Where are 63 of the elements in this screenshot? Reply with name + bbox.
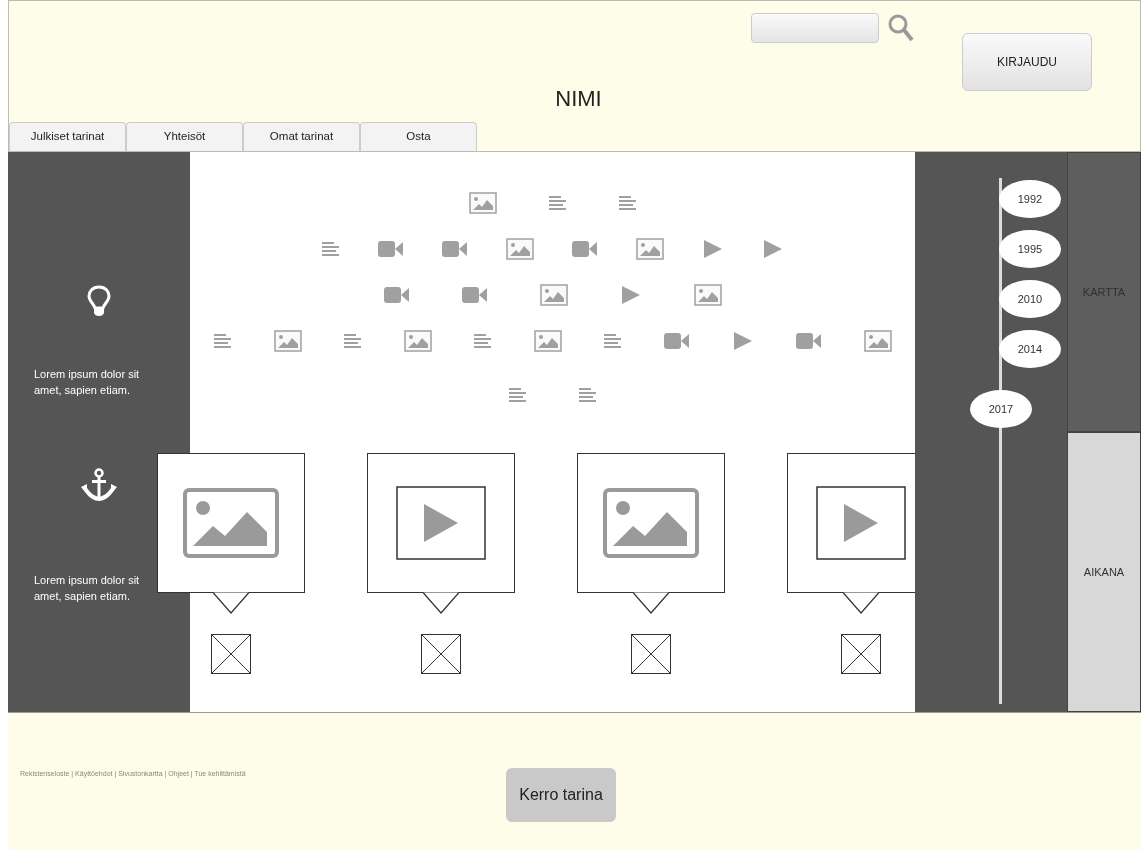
image-icon [533, 330, 562, 352]
video-camera-icon [441, 240, 468, 258]
image-icon [468, 192, 497, 214]
image-placeholder-icon [841, 634, 881, 674]
video-camera-icon [571, 240, 598, 258]
video-camera-icon [461, 286, 488, 304]
search-icon[interactable] [887, 13, 915, 43]
text-lines-icon [321, 241, 340, 257]
text-lines-icon [473, 333, 492, 349]
image-placeholder-icon [631, 634, 671, 674]
nav-tab[interactable]: Osta [360, 122, 477, 151]
image-icon [273, 330, 302, 352]
year-marker[interactable]: 2014 [999, 330, 1061, 368]
play-icon [761, 238, 784, 260]
image-icon [863, 330, 892, 352]
speech-pointer-icon [213, 592, 249, 614]
year-marker[interactable]: 1995 [999, 230, 1061, 268]
speech-pointer-icon [633, 592, 669, 614]
year-marker[interactable]: 1992 [999, 180, 1061, 218]
nav-tab[interactable]: Julkiset tarinat [9, 122, 126, 151]
text-lines-icon [508, 387, 527, 403]
image-icon [403, 330, 432, 352]
video-player-icon [396, 486, 486, 560]
tell-story-button[interactable]: Kerro tarina [506, 767, 616, 822]
play-icon [619, 284, 642, 306]
media-card[interactable] [577, 453, 725, 593]
image-placeholder-icon [211, 634, 251, 674]
text-lines-icon [618, 195, 637, 211]
sidebar-text: Lorem ipsum dolor sit amet, sapien etiam. [34, 573, 141, 604]
text-lines-icon [343, 333, 362, 349]
image-icon [505, 238, 534, 260]
play-icon [701, 238, 724, 260]
nav-tab[interactable]: Omat tarinat [243, 122, 360, 151]
lightbulb-icon [86, 284, 112, 318]
image-icon [539, 284, 568, 306]
text-lines-icon [603, 333, 622, 349]
text-lines-icon [578, 387, 597, 403]
image-placeholder-icon [421, 634, 461, 674]
text-lines-icon [548, 195, 567, 211]
nav-tab[interactable]: Yhteisöt [126, 122, 243, 151]
anchor-icon [79, 468, 119, 502]
media-card[interactable] [367, 453, 515, 593]
video-player-icon [816, 486, 906, 560]
video-camera-icon [377, 240, 404, 258]
view-tab[interactable]: AIKANA [1067, 432, 1141, 712]
image-icon [693, 284, 722, 306]
play-icon [731, 330, 754, 352]
video-camera-icon [383, 286, 410, 304]
video-camera-icon [795, 332, 822, 350]
year-marker[interactable]: 2017 [970, 390, 1032, 428]
text-lines-icon [213, 333, 232, 349]
speech-pointer-icon [423, 592, 459, 614]
video-camera-icon [663, 332, 690, 350]
speech-pointer-icon [843, 592, 879, 614]
image-icon [183, 488, 279, 558]
image-icon [635, 238, 664, 260]
year-marker[interactable]: 2010 [999, 280, 1061, 318]
sidebar-text: Lorem ipsum dolor sit amet, sapien etiam. [34, 367, 141, 398]
login-button[interactable]: KIRJAUDU [962, 33, 1092, 91]
image-icon [603, 488, 699, 558]
search-field[interactable] [751, 13, 879, 43]
site-title: NIMI [555, 85, 602, 113]
media-card[interactable] [157, 453, 305, 593]
